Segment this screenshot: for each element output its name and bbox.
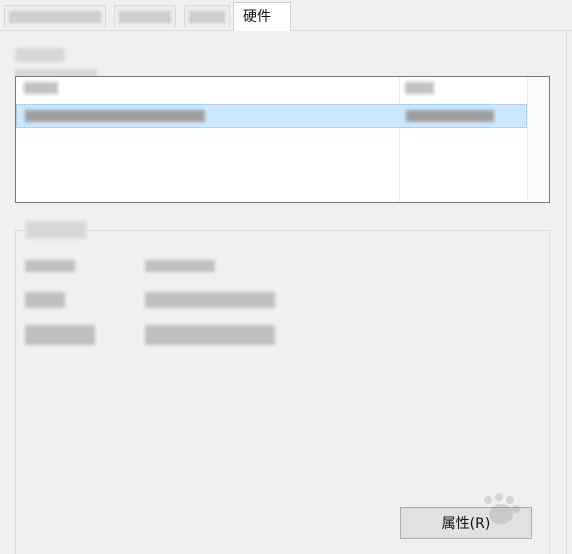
blurred-tab-label xyxy=(119,11,171,23)
blurred-property-value-1 xyxy=(145,260,215,272)
device-list-header xyxy=(16,77,549,101)
tab-hardware-label: 硬件 xyxy=(243,9,271,25)
tab-hardware[interactable]: 硬件 xyxy=(233,2,291,31)
tab-3[interactable] xyxy=(184,5,230,27)
selected-device-row[interactable] xyxy=(16,104,527,128)
hardware-properties-window: 硬件 属性(R) xyxy=(0,0,572,554)
blurred-tab-label xyxy=(9,11,101,23)
blurred-device-name xyxy=(25,110,205,122)
device-list[interactable] xyxy=(15,76,550,203)
blurred-header-name xyxy=(24,82,58,94)
tab-strip: 硬件 xyxy=(0,0,572,31)
tab-2[interactable] xyxy=(114,5,176,27)
blurred-header-type xyxy=(405,82,434,94)
column-divider xyxy=(399,77,400,202)
blurred-property-label-3 xyxy=(25,325,95,345)
blurred-property-value-3 xyxy=(145,325,275,345)
tab-1[interactable] xyxy=(4,5,106,27)
blurred-property-label-2 xyxy=(25,292,65,308)
watermark-paw-icon xyxy=(484,493,520,524)
watermark-logo xyxy=(470,490,550,540)
blurred-section-label xyxy=(15,48,65,62)
blurred-tab-label xyxy=(189,11,225,23)
blurred-device-type xyxy=(406,110,494,122)
blurred-property-label-1 xyxy=(25,260,75,272)
blurred-property-value-2 xyxy=(145,292,275,308)
vertical-scrollbar[interactable] xyxy=(527,77,549,202)
